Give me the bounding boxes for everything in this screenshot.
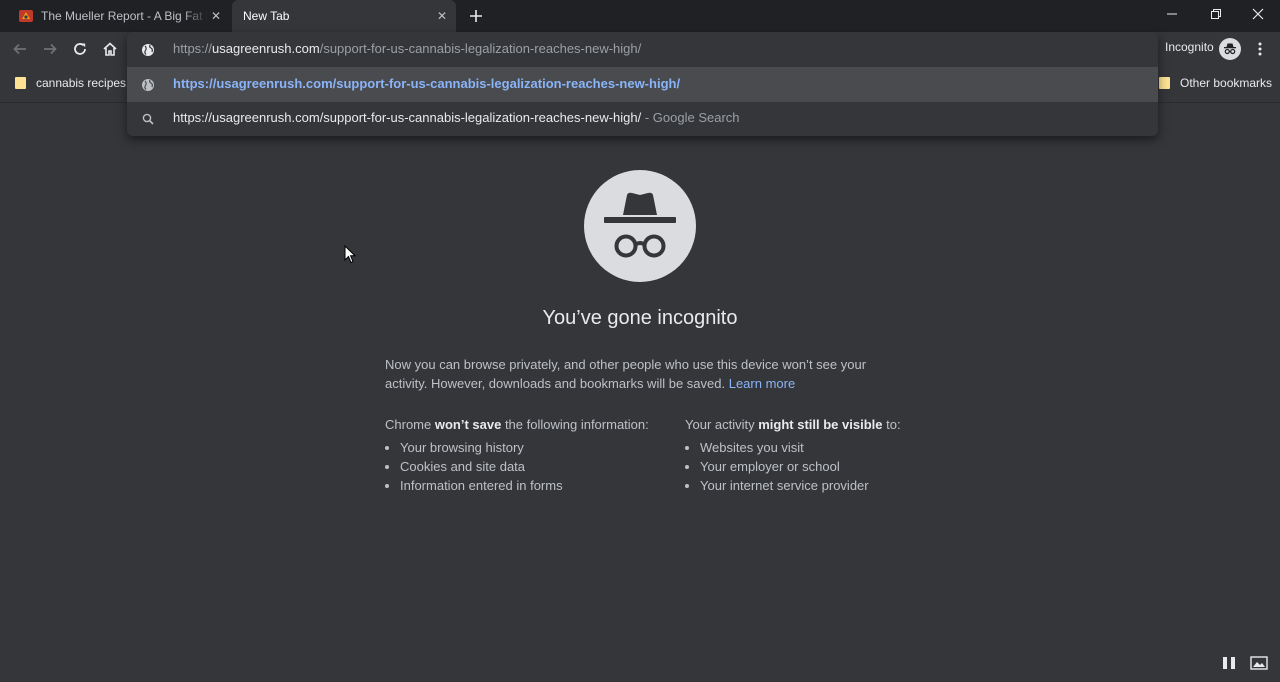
suggestion-search[interactable]: https://usagreenrush.com/support-for-us-… (127, 101, 1158, 136)
bookmark-label: Other bookmarks (1180, 76, 1273, 90)
close-icon (1252, 8, 1264, 20)
forward-button[interactable] (38, 37, 62, 61)
folder-icon (1159, 77, 1170, 89)
incognito-label[interactable]: Incognito (1165, 40, 1214, 54)
site-favicon-icon (18, 8, 34, 24)
plus-icon (470, 10, 482, 22)
tab-title: The Mueller Report - A Big Fat Nothing (41, 9, 208, 23)
list-item: Your browsing history (400, 438, 649, 457)
reload-button[interactable] (68, 37, 92, 61)
incognito-avatar-icon[interactable] (1219, 38, 1241, 60)
close-tab-icon[interactable]: ✕ (434, 8, 450, 24)
close-window-button[interactable] (1236, 0, 1280, 28)
restore-button[interactable] (1194, 0, 1238, 28)
tab-title: New Tab (243, 9, 290, 23)
incognito-description: Now you can browse privately, and other … (385, 355, 885, 393)
incognito-logo-icon (584, 170, 696, 282)
search-suggestion-text: https://usagreenrush.com/support-for-us-… (173, 110, 740, 125)
restore-icon (1211, 9, 1221, 19)
tab-strip: The Mueller Report - A Big Fat Nothing ✕… (0, 0, 1280, 32)
still-visible-section: Your activity might still be visible to:… (685, 416, 901, 495)
list-item: Websites you visit (700, 438, 901, 457)
description-line1: Now you can browse privately, and other … (385, 357, 867, 372)
globe-icon (140, 42, 156, 58)
picture-icon[interactable] (1250, 655, 1268, 676)
wont-save-heading: Chrome won’t save the following informat… (385, 417, 649, 432)
address-bar[interactable]: https://usagreenrush.com/support-for-us-… (127, 32, 1158, 67)
folder-icon (15, 77, 26, 89)
back-button[interactable] (8, 37, 32, 61)
more-vert-icon (1258, 42, 1262, 56)
list-item: Your employer or school (700, 457, 901, 476)
list-item: Your internet service provider (700, 476, 901, 495)
address-input[interactable]: https://usagreenrush.com/support-for-us-… (173, 41, 641, 56)
suggestion-text: https://usagreenrush.com/support-for-us-… (173, 76, 681, 91)
other-bookmarks[interactable]: Other bookmarks (1159, 76, 1272, 90)
bookmark-label: cannabis recipes (36, 76, 127, 90)
close-tab-icon[interactable]: ✕ (208, 8, 224, 24)
globe-icon (140, 77, 156, 93)
wont-save-section: Chrome won’t save the following informat… (385, 416, 649, 495)
learn-more-link[interactable]: Learn more (729, 376, 795, 391)
list-item: Information entered in forms (400, 476, 649, 495)
menu-button[interactable] (1252, 37, 1268, 61)
still-visible-heading: Your activity might still be visible to: (685, 417, 901, 432)
minimize-icon (1167, 13, 1177, 15)
home-button[interactable] (98, 37, 122, 61)
tab-mueller-report[interactable]: The Mueller Report - A Big Fat Nothing ✕ (8, 0, 230, 32)
mouse-cursor-icon (344, 244, 357, 269)
forward-arrow-icon (44, 43, 57, 55)
search-icon (140, 111, 156, 127)
home-icon (103, 42, 117, 56)
page-title: You’ve gone incognito (542, 307, 738, 329)
reload-icon (74, 43, 86, 55)
pause-icon[interactable] (1221, 655, 1237, 676)
suggestion-url[interactable]: https://usagreenrush.com/support-for-us-… (127, 67, 1158, 102)
back-arrow-icon (13, 43, 26, 55)
tab-new-tab[interactable]: New Tab ✕ (232, 0, 456, 32)
omnibox-dropdown: https://usagreenrush.com/support-for-us-… (127, 32, 1158, 136)
minimize-button[interactable] (1150, 0, 1194, 28)
list-item: Cookies and site data (400, 457, 649, 476)
bookmark-folder-cannabis-recipes[interactable]: cannabis recipes (15, 76, 126, 90)
new-tab-button[interactable] (466, 6, 486, 26)
description-line2: activity. However, downloads and bookmar… (385, 376, 726, 391)
